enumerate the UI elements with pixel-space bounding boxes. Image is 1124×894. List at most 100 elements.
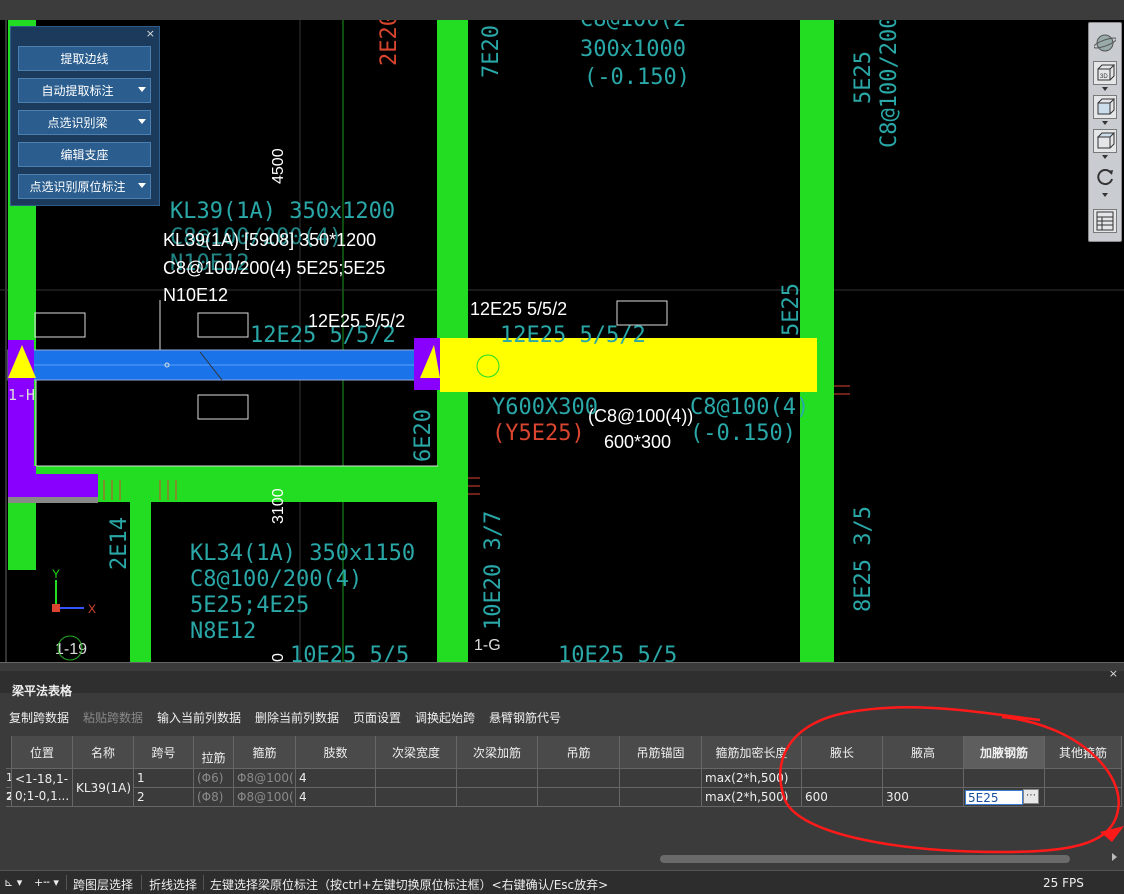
dropdown-arrow-icon[interactable] [138,87,146,92]
scroll-right-arrow-icon[interactable] [1112,853,1117,861]
cell-haunch-height[interactable] [883,769,964,788]
ellipsis-edit-button[interactable]: ⋯ [1023,789,1039,804]
cell-hanger-anchor[interactable] [620,769,702,788]
col-header-position[interactable]: 位置 [12,736,73,769]
label-6e20: 6E20 [411,409,436,462]
col-header-sec-beam-width[interactable]: 次梁宽度 [376,736,457,769]
extract-edge-button[interactable]: 提取边线 [18,46,151,71]
label-10e25-2: 10E25 5/5 [558,643,677,662]
label-kl39-cad: KL39(1A) 350x1200 [170,199,395,224]
edit-support-button[interactable]: 编辑支座 [18,142,151,167]
col-header-legs[interactable]: 肢数 [296,736,376,769]
cad-viewport[interactable]: 2E20 7E20 C8@100(2 300x1000 (-0.150) 5E2… [0,20,1124,662]
swap-start-span-button[interactable]: 调换起始跨 [415,709,475,726]
cell-haunch-rebar-editing[interactable]: 5E25 ⋯ [964,788,1045,807]
beam-top-rebar-left: 12E25 5/5/2 [308,311,405,331]
cell-sec-beam-width[interactable] [376,769,457,788]
page-setup-button[interactable]: 页面设置 [353,709,401,726]
grid-toggle-icon[interactable]: +╌ ▾ [34,876,59,889]
col-header-dense-length[interactable]: 箍筋加密长度 [702,736,802,769]
cell-sec-beam-bars[interactable] [457,788,538,807]
cell-name[interactable]: KL39(1A) [73,769,134,807]
panel-close-button[interactable]: × [146,27,155,40]
cell-dense-length[interactable]: max(2*h,500) [702,788,802,807]
col-header-sec-beam-bars[interactable]: 次梁加筋 [457,736,538,769]
pick-identify-original-label-button[interactable]: 点选识别原位标注 [18,174,151,199]
pick-identify-beam-button[interactable]: 点选识别梁 [18,110,151,135]
cell-dense-length[interactable]: max(2*h,500) [702,769,802,788]
box-front-icon[interactable] [1093,95,1117,119]
col-header-haunch-height[interactable]: 腋高 [883,736,964,769]
chevron-down-icon[interactable] [1102,121,1108,125]
beam-table[interactable]: 位置 名称 跨号 拉筋 箍筋 肢数 次梁宽度 次梁加筋 吊筋 吊筋锚固 箍筋加密… [6,736,1122,811]
button-label: 点选识别梁 [47,116,108,130]
col-header-stirrup[interactable]: 箍筋 [234,736,296,769]
cell-legs[interactable]: 4 [296,788,376,807]
top-toolbar-strip [0,0,1124,21]
input-column-data-button[interactable]: 输入当前列数据 [157,709,241,726]
col-header-hanger-anchor[interactable]: 吊筋锚固 [620,736,702,769]
cell-hanger[interactable] [538,788,620,807]
col-header-haunch-length[interactable]: 腋长 [802,736,883,769]
chevron-down-icon[interactable] [1102,193,1108,197]
cell-sec-beam-width[interactable] [376,788,457,807]
cross-layer-select-toggle[interactable]: 跨图层选择 [73,876,133,893]
beam-info-line2: C8@100/200(4) 5E25;5E25 [163,258,385,278]
cell-legs[interactable]: 4 [296,769,376,788]
dropdown-arrow-icon[interactable] [138,183,146,188]
col-header-name[interactable]: 名称 [73,736,134,769]
label-5e25-mid: 5E25 [779,283,804,336]
cell-other-stirrup[interactable] [1045,788,1122,807]
support-grey [8,497,98,503]
column-lower [130,490,151,662]
cell-position[interactable]: <1-18,1- 0;1-0,1... [12,769,73,807]
dimension-3100: 3100 [270,488,287,524]
cell-stirrup[interactable]: Φ8@100( [234,769,296,788]
3d-box-icon[interactable]: 3D [1093,61,1117,85]
col-header-hanger[interactable]: 吊筋 [538,736,620,769]
table-view-icon[interactable] [1093,209,1117,233]
haunch-rebar-input[interactable]: 5E25 [965,790,1023,805]
haunch-size-label: 600*300 [604,432,671,452]
cell-stirrup[interactable]: Φ8@100( [234,788,296,807]
cell-hanger[interactable] [538,769,620,788]
dimension-4500: 4500 [270,148,287,184]
paste-span-data-button[interactable]: 粘贴跨数据 [83,709,143,726]
rotate-icon[interactable] [1093,165,1117,189]
cell-hanger-anchor[interactable] [620,788,702,807]
label-300x1000: 300x1000 [580,37,686,62]
col-header-span[interactable]: 跨号 [134,736,194,769]
button-label: 自动提取标注 [41,84,114,98]
label-5e25-right: 5E25 [851,51,876,104]
cell-sec-beam-bars[interactable] [457,769,538,788]
cad-drawing[interactable]: 2E20 7E20 C8@100(2 300x1000 (-0.150) 5E2… [0,20,1124,662]
box-top-icon[interactable] [1093,129,1117,153]
col-header-tie[interactable]: 拉筋 [194,736,234,769]
cell-haunch-height[interactable]: 300 [883,788,964,807]
cell-haunch-length[interactable] [802,769,883,788]
copy-span-data-button[interactable]: 复制跨数据 [9,709,69,726]
cantilever-rebar-code-button[interactable]: 悬臂钢筋代号 [489,709,561,726]
label-n8e12: N8E12 [190,619,256,644]
horizontal-scrollbar[interactable] [660,855,1070,863]
cell-tie[interactable]: (Φ6) [194,769,234,788]
dropdown-arrow-icon[interactable] [138,119,146,124]
globe-icon[interactable] [1093,31,1117,55]
cell-other-stirrup[interactable] [1045,769,1122,788]
label-c8-200-4-right: C8@100/200(4 [877,20,902,148]
cell-span[interactable]: 2 [134,788,194,807]
table-panel-close-button[interactable]: × [1109,667,1118,680]
chevron-down-icon[interactable] [1102,155,1108,159]
col-header-other-stirrup[interactable]: 其他箍筋 [1045,736,1122,769]
chevron-down-icon[interactable] [1102,87,1108,91]
col-header-haunch-rebar[interactable]: 加腋钢筋 [964,736,1045,769]
snap-icon[interactable]: ⊾ ▾ [4,876,22,889]
cell-tie[interactable]: (Φ8) [194,788,234,807]
position-line: 0;1-0,1... [15,789,70,803]
polyline-select-toggle[interactable]: 折线选择 [149,876,197,893]
delete-column-data-button[interactable]: 删除当前列数据 [255,709,339,726]
cell-haunch-length[interactable]: 600 [802,788,883,807]
cell-span[interactable]: 1 [134,769,194,788]
cell-haunch-rebar[interactable] [964,769,1045,788]
auto-extract-label-button[interactable]: 自动提取标注 [18,78,151,103]
